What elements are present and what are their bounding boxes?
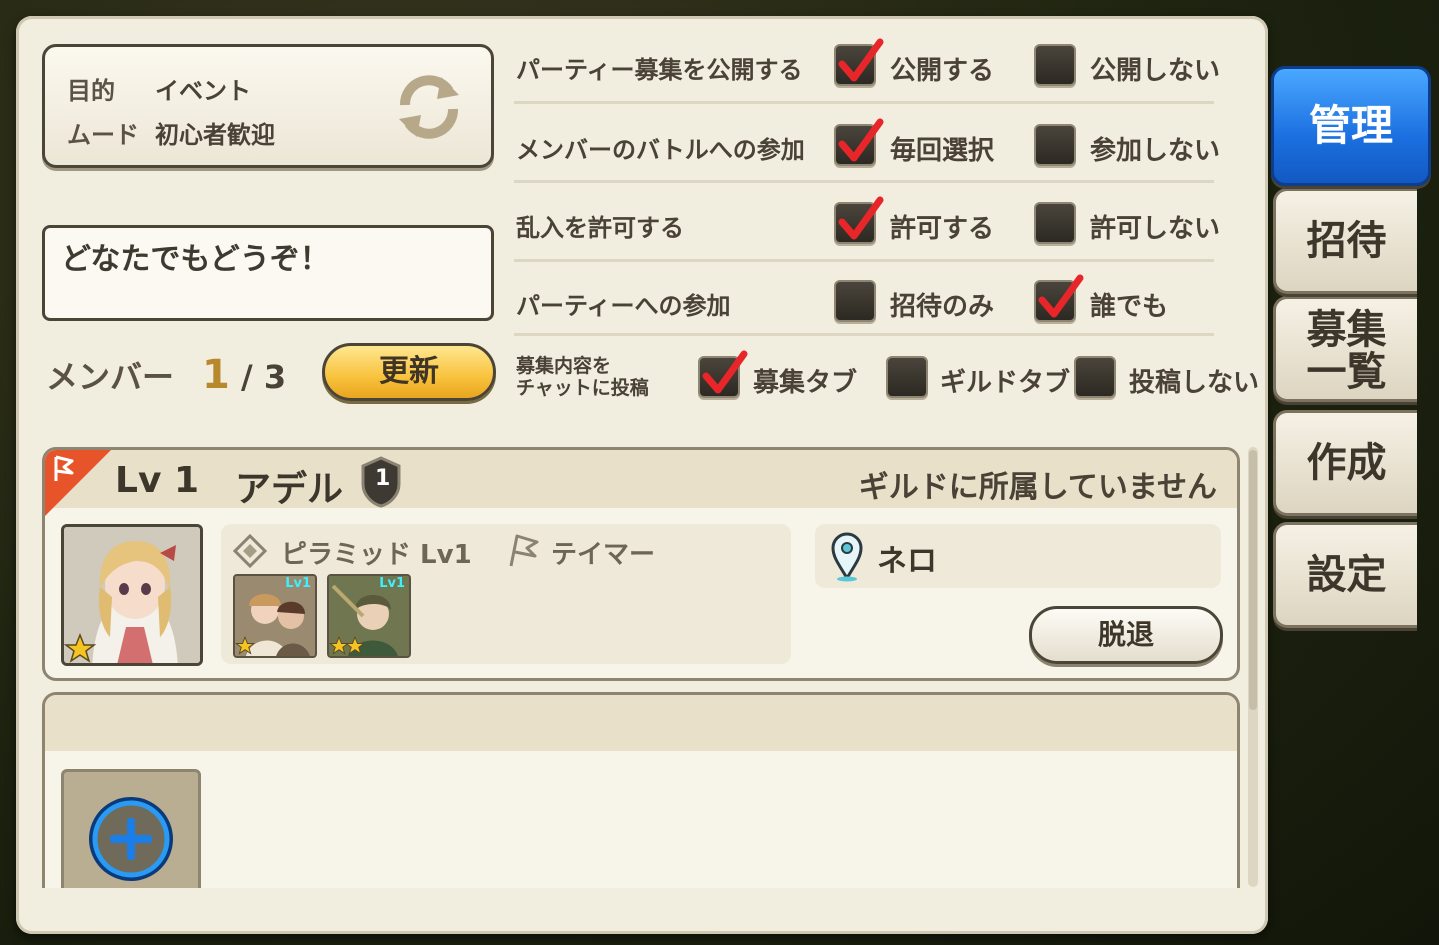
post-label-line2: チャットに投稿 xyxy=(516,377,649,399)
empty-slot-header xyxy=(45,695,1237,751)
add-member-icon xyxy=(89,797,173,881)
checkbox-post-guild[interactable] xyxy=(886,356,928,398)
checkmark-icon xyxy=(702,350,748,394)
member-role: テイマー xyxy=(551,540,656,570)
checkbox-join-anyone[interactable] xyxy=(1034,274,1084,322)
option-public-on[interactable]: 公開する xyxy=(890,50,994,87)
member-count: メンバー 1 / 3 xyxy=(46,352,286,398)
rank-shield-icon: 1 xyxy=(357,454,405,512)
divider xyxy=(514,333,1214,336)
checkmark-icon xyxy=(1038,274,1084,318)
post-label-line1: 募集内容を xyxy=(516,355,612,377)
rank-number: 1 xyxy=(375,466,391,491)
member-card[interactable]: Lv 1 アデル 1 ギルドに所属していません ピラミッド Lv1 テイマー L… xyxy=(42,447,1240,681)
tab-recruit-list-line1: 募集 xyxy=(1306,307,1387,353)
unit-level: Lv1 xyxy=(379,576,405,591)
location-pin-icon xyxy=(831,532,863,582)
checkbox-post-recruit[interactable] xyxy=(698,350,748,398)
purpose-box[interactable]: 目的 イベント ムード 初心者歓迎 xyxy=(42,44,494,168)
option-join-invite[interactable]: 招待のみ xyxy=(890,286,994,323)
member-job: ピラミッド Lv1 xyxy=(281,540,472,570)
refresh-icon[interactable] xyxy=(393,71,465,143)
option-public-off[interactable]: 公開しない xyxy=(1090,50,1220,87)
option-post-none[interactable]: 投稿しない xyxy=(1129,362,1259,399)
option-join-anyone[interactable]: 誰でも xyxy=(1090,286,1168,323)
mood-value: 初心者歓迎 xyxy=(155,121,275,149)
member-name: アデル xyxy=(235,469,344,510)
purpose-row: 目的 イベント xyxy=(67,71,251,106)
member-level: Lv 1 xyxy=(115,460,199,501)
tab-recruit-list-text: 募集 一覧 xyxy=(1276,299,1417,393)
star-icon xyxy=(235,636,255,655)
member-avatar[interactable] xyxy=(61,524,203,666)
mood-label: ムード xyxy=(67,121,139,149)
tab-settings[interactable]: 設定 xyxy=(1273,522,1417,628)
checkbox-public-off[interactable] xyxy=(1034,44,1076,86)
tab-recruit-list[interactable]: 募集 一覧 xyxy=(1273,296,1417,402)
divider xyxy=(514,180,1214,183)
option-battle-no[interactable]: 参加しない xyxy=(1090,130,1220,167)
option-battle-each[interactable]: 毎回選択 xyxy=(890,130,994,167)
purpose-value: イベント xyxy=(155,77,251,105)
checkmark-icon xyxy=(838,38,884,82)
option-intrusion-deny[interactable]: 許可しない xyxy=(1090,208,1220,245)
purpose-label: 目的 xyxy=(67,77,115,105)
setting-label-intrusion: 乱入を許可する xyxy=(516,214,684,242)
checkbox-battle-no[interactable] xyxy=(1034,124,1076,166)
post-label: 募集内容を チャットに投稿 xyxy=(516,355,649,399)
location-box: ネロ xyxy=(815,524,1221,588)
comment-box[interactable]: どなたでもどうぞ！ xyxy=(42,225,494,321)
checkbox-intrusion-allow[interactable] xyxy=(834,196,884,244)
scrollbar-thumb[interactable] xyxy=(1249,450,1257,710)
location-name: ネロ xyxy=(877,544,937,579)
leader-flag-icon xyxy=(45,450,111,516)
checkmark-icon xyxy=(838,196,884,240)
checkbox-battle-each[interactable] xyxy=(834,118,884,166)
checkbox-join-invite[interactable] xyxy=(834,280,876,322)
companion-unit-1[interactable]: Lv1 xyxy=(233,574,317,658)
checkmark-icon xyxy=(838,118,884,162)
setting-label-battle: メンバーのバトルへの参加 xyxy=(516,136,805,164)
option-post-recruit[interactable]: 募集タブ xyxy=(753,362,857,399)
leave-button[interactable]: 脱退 xyxy=(1029,606,1223,664)
member-separator: / xyxy=(241,358,253,396)
update-button[interactable]: 更新 xyxy=(322,343,496,401)
add-member-slot[interactable] xyxy=(61,769,201,888)
divider xyxy=(514,259,1214,262)
unit-level: Lv1 xyxy=(285,576,311,591)
guild-status: ギルドに所属していません xyxy=(858,470,1217,505)
setting-label-join: パーティーへの参加 xyxy=(516,292,731,320)
empty-member-slot xyxy=(42,692,1240,888)
member-max: 3 xyxy=(263,358,287,396)
checkbox-intrusion-deny[interactable] xyxy=(1034,202,1076,244)
checkbox-post-none[interactable] xyxy=(1074,356,1116,398)
star-icon xyxy=(64,633,96,663)
tab-invite[interactable]: 招待 xyxy=(1273,188,1417,294)
member-current: 1 xyxy=(202,352,230,398)
flag-role-icon xyxy=(509,534,539,567)
tab-manage[interactable]: 管理 xyxy=(1271,66,1431,186)
option-post-guild[interactable]: ギルドタブ xyxy=(940,362,1070,399)
member-label: メンバー xyxy=(46,358,175,396)
option-intrusion-allow[interactable]: 許可する xyxy=(890,208,994,245)
setting-label-public: パーティー募集を公開する xyxy=(516,56,803,84)
pyramid-job-icon xyxy=(233,534,267,568)
companion-unit-2[interactable]: Lv1 xyxy=(327,574,411,658)
divider xyxy=(514,101,1214,104)
checkbox-public-on[interactable] xyxy=(834,38,884,86)
star-icon xyxy=(345,636,365,655)
tab-create[interactable]: 作成 xyxy=(1273,410,1417,516)
member-info: ピラミッド Lv1 テイマー Lv1 Lv1 xyxy=(221,524,791,664)
mood-row: ムード 初心者歓迎 xyxy=(67,115,275,150)
tab-recruit-list-line2: 一覧 xyxy=(1306,349,1387,395)
